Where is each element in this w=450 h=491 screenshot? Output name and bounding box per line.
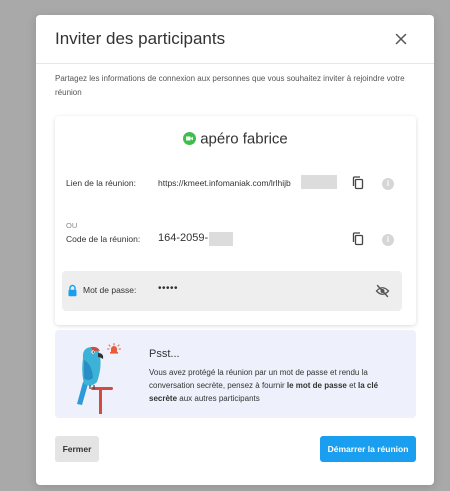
psst-text-part: aux autres participants bbox=[177, 394, 260, 403]
psst-message: Vous avez protégé la réunion par un mot … bbox=[149, 366, 404, 405]
copy-icon[interactable] bbox=[351, 176, 365, 190]
info-icon[interactable]: i bbox=[382, 234, 394, 246]
intro-text: Partagez les informations de connexion a… bbox=[55, 74, 405, 97]
or-separator: OU bbox=[66, 221, 78, 230]
parrot-illustration bbox=[69, 338, 141, 421]
meeting-link-value[interactable]: https://kmeet.infomaniak.com/lrlhijb bbox=[158, 178, 291, 188]
psst-title: Psst... bbox=[149, 348, 180, 360]
dialog-title: Inviter des participants bbox=[55, 29, 226, 48]
meeting-info-card: apéro fabrice Lien de la réunion: https:… bbox=[55, 116, 416, 325]
start-meeting-button[interactable]: Démarrer la réunion bbox=[320, 436, 416, 462]
invite-participants-dialog: Inviter des participants Partagez les in… bbox=[36, 15, 434, 485]
close-button[interactable]: Fermer bbox=[55, 436, 99, 462]
video-icon bbox=[183, 132, 197, 146]
meeting-title: apéro fabrice bbox=[55, 130, 416, 154]
eye-off-icon[interactable] bbox=[375, 284, 390, 303]
password-value: ••••• bbox=[158, 283, 179, 294]
redacted-link-part bbox=[301, 175, 337, 189]
alarm-bell-icon bbox=[107, 342, 121, 360]
password-panel: Mot de passe: ••••• bbox=[62, 271, 402, 311]
meeting-code-value[interactable]: 164-2059- bbox=[158, 232, 208, 244]
psst-bold-password: le mot de passe bbox=[286, 381, 347, 390]
redacted-code-part bbox=[209, 232, 233, 246]
psst-hint-box: Psst... Vous avez protégé la réunion par… bbox=[55, 330, 416, 418]
meeting-name: apéro fabrice bbox=[200, 130, 288, 148]
meeting-code-label: Code de la réunion: bbox=[66, 234, 141, 244]
lock-icon bbox=[67, 284, 78, 302]
info-icon[interactable]: i bbox=[382, 178, 394, 190]
meeting-link-label: Lien de la réunion: bbox=[66, 178, 136, 188]
copy-icon[interactable] bbox=[351, 232, 365, 246]
psst-text-part: et bbox=[346, 381, 359, 390]
close-icon[interactable] bbox=[392, 30, 410, 48]
dialog-header: Inviter des participants bbox=[36, 15, 434, 64]
password-label: Mot de passe: bbox=[83, 285, 137, 295]
